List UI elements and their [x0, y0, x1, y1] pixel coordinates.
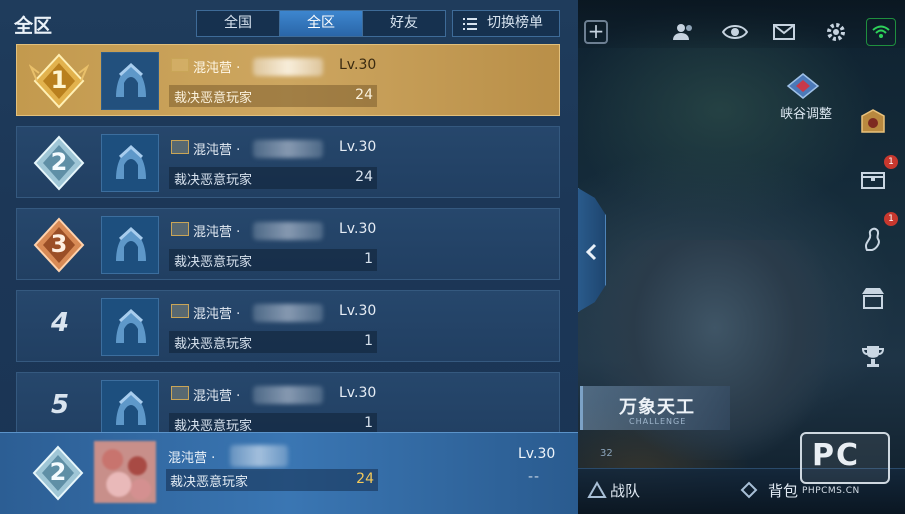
guild-name: 混沌营 · — [193, 225, 241, 240]
my-title: 裁决恶意玩家 — [170, 475, 249, 490]
rank-number: 3 — [50, 230, 68, 258]
my-blurred-name — [230, 445, 288, 467]
tab-friends[interactable]: 好友 — [363, 11, 445, 36]
tab-server[interactable]: 全区 — [280, 11, 363, 36]
avatar — [101, 380, 159, 438]
blurred-player-name — [253, 58, 323, 76]
leaderboard-row[interactable]: 2 混沌营 · Lv.30 裁决恶意玩家 24 — [16, 126, 560, 198]
rank-number: 1 — [50, 66, 68, 94]
blurred-player-name — [253, 386, 323, 404]
chevron-left-icon[interactable] — [582, 242, 602, 262]
watermark-url: PHPCMS.CN — [802, 486, 860, 496]
avatar — [101, 52, 159, 110]
rank-number: 4 — [50, 308, 70, 338]
tab-national[interactable]: 全国 — [197, 11, 280, 36]
watermark-logo: PC — [800, 432, 890, 484]
challenge-subtitle: CHALLENGE — [629, 417, 687, 426]
counter-text: 32 — [600, 448, 613, 459]
dragon-notification-badge: 1 — [884, 212, 898, 226]
player-level: Lv.30 — [339, 303, 377, 319]
add-icon[interactable]: + — [584, 20, 608, 44]
leaderboard-row[interactable]: 4 混沌营 · Lv.30 裁决恶意玩家 1 — [16, 290, 560, 362]
player-level: Lv.30 — [339, 221, 377, 237]
chest-notification-badge: 1 — [884, 155, 898, 169]
my-avatar — [94, 441, 156, 503]
my-guild-name: 混沌营 · — [168, 451, 216, 466]
title-count: 1 — [364, 251, 373, 267]
challenge-title: 万象天工 — [619, 397, 695, 418]
rift-adjust-icon[interactable] — [786, 72, 820, 100]
bronze-rank-emblem: 3 — [29, 215, 89, 275]
scope-tabs: 全国 全区 好友 — [196, 10, 446, 37]
leaderboard-row[interactable]: 3 混沌营 · Lv.30 裁决恶意玩家 1 — [16, 208, 560, 280]
player-title: 裁决恶意玩家 — [174, 91, 253, 106]
guild-icon — [171, 58, 189, 72]
avatar — [101, 216, 159, 274]
trophy-icon[interactable] — [858, 342, 888, 372]
mail-icon[interactable] — [772, 20, 796, 44]
my-title-bar: 裁决恶意玩家 24 — [166, 469, 378, 491]
leaderboard-panel: 全区 全国 全区 好友 切换榜单 1 混沌营 · Lv.30 裁决恶意玩家 24 — [0, 0, 578, 514]
player-title: 裁决恶意玩家 — [174, 255, 253, 270]
shop-icon[interactable] — [858, 284, 888, 314]
gold-rank-emblem: 1 — [28, 51, 90, 111]
blurred-player-name — [253, 140, 323, 158]
title-count: 24 — [355, 169, 373, 185]
challenge-mode-button[interactable]: 万象天工 CHALLENGE — [580, 386, 730, 430]
watermark-pc-text: PC — [812, 438, 861, 473]
rift-adjust-label[interactable]: 峡谷调整 — [780, 103, 832, 122]
guild-icon — [171, 222, 189, 236]
activity-icon[interactable] — [858, 108, 888, 138]
guild-icon — [171, 140, 189, 154]
player-title-bar: 裁决恶意玩家 24 — [169, 167, 377, 189]
backpack-tab[interactable]: 背包 — [768, 480, 798, 501]
backpack-icon[interactable] — [738, 479, 760, 501]
list-icon — [463, 11, 477, 39]
switch-leaderboard-label: 切换榜单 — [487, 15, 543, 31]
panel-title: 全区 — [14, 15, 53, 37]
my-level-placeholder: -- — [528, 469, 541, 485]
player-level: Lv.30 — [339, 57, 377, 73]
guild-name: 混沌营 · — [193, 307, 241, 322]
guild-icon — [171, 386, 189, 400]
my-level: Lv.30 — [518, 446, 556, 462]
player-title-bar: 裁决恶意玩家 24 — [169, 85, 377, 107]
friends-icon[interactable] — [672, 20, 696, 44]
team-tab[interactable]: 战队 — [610, 480, 640, 501]
switch-leaderboard-button[interactable]: 切换榜单 — [452, 10, 560, 37]
guild-name: 混沌营 · — [193, 143, 241, 158]
title-count: 1 — [364, 333, 373, 349]
silver-rank-emblem: 2 — [29, 133, 89, 193]
blurred-player-name — [253, 304, 323, 322]
gear-icon[interactable] — [824, 20, 848, 44]
dragon-icon[interactable] — [858, 224, 888, 254]
guild-name: 混沌营 · — [193, 389, 241, 404]
guild-name: 混沌营 · — [193, 61, 241, 76]
eye-icon[interactable] — [721, 20, 749, 44]
blurred-player-name — [253, 222, 323, 240]
player-level: Lv.30 — [339, 385, 377, 401]
player-level: Lv.30 — [339, 139, 377, 155]
player-title: 裁决恶意玩家 — [174, 337, 253, 352]
title-count: 24 — [355, 87, 373, 103]
rank-number: 5 — [50, 390, 70, 420]
leaderboard-row[interactable]: 1 混沌营 · Lv.30 裁决恶意玩家 24 — [16, 44, 560, 116]
team-icon[interactable] — [586, 479, 608, 501]
my-rank-number: 2 — [49, 458, 67, 486]
player-title-bar: 裁决恶意玩家 1 — [169, 331, 377, 353]
avatar — [101, 298, 159, 356]
my-rank-row[interactable]: 2 混沌营 · 裁决恶意玩家 24 Lv.30 -- — [0, 432, 578, 514]
rank-number: 2 — [50, 148, 68, 176]
my-title-count: 24 — [356, 471, 374, 487]
avatar — [101, 134, 159, 192]
title-count: 1 — [364, 415, 373, 431]
chest-icon[interactable] — [858, 164, 888, 194]
guild-icon — [171, 304, 189, 318]
wifi-icon — [866, 18, 896, 46]
player-title-bar: 裁决恶意玩家 1 — [169, 249, 377, 271]
player-title: 裁决恶意玩家 — [174, 173, 253, 188]
silver-rank-emblem: 2 — [28, 443, 88, 503]
